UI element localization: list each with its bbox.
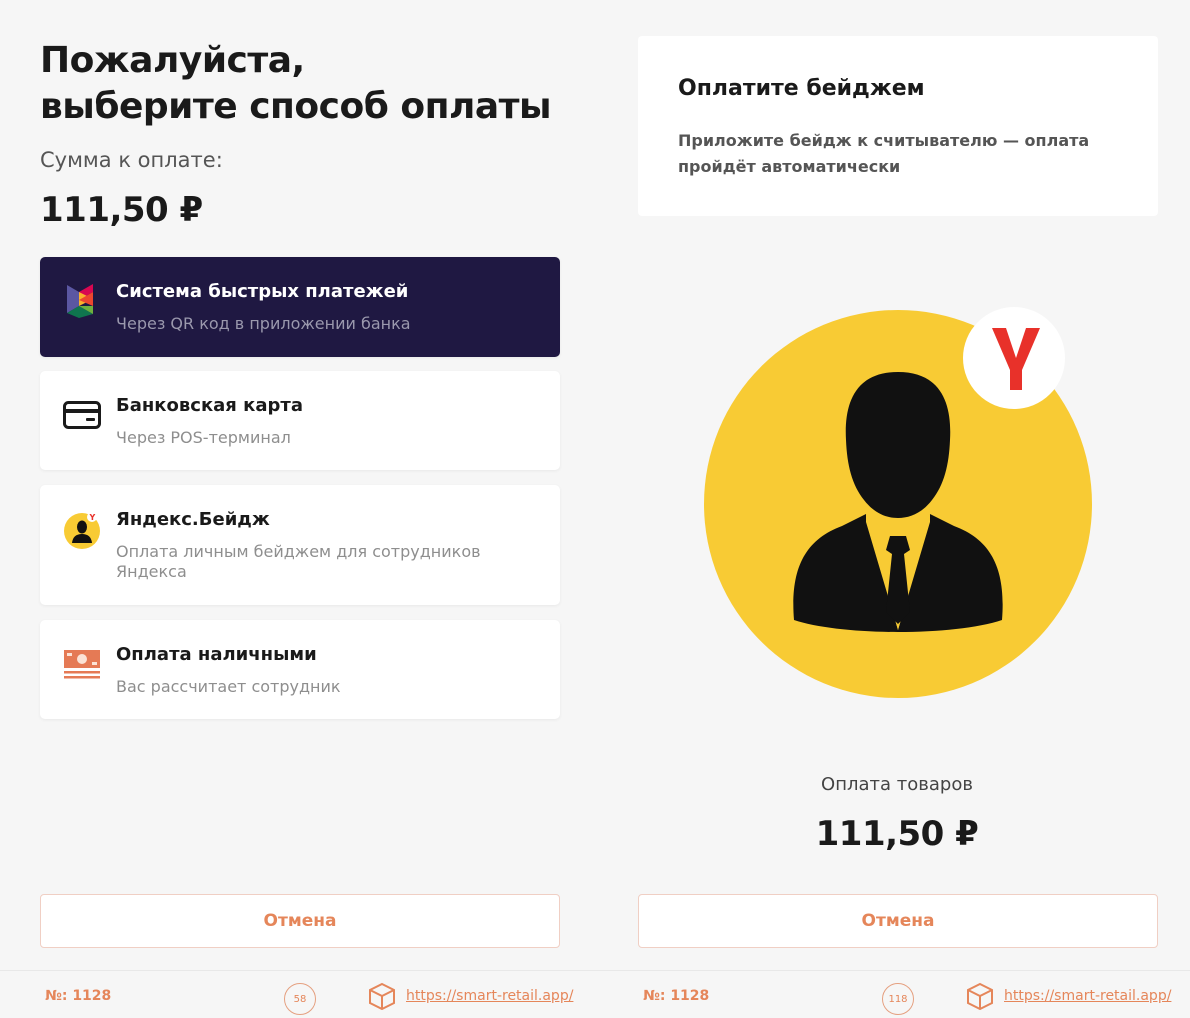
pay-option-subtitle: Через QR код в приложении банка	[116, 314, 411, 333]
payment-method-panel: Пожалуйста, выберите способ оплаты Сумма…	[0, 0, 598, 1018]
footer: №: 1128 58 https://smart-retail.app/	[0, 970, 598, 1018]
order-number: №: 1128	[643, 988, 710, 1004]
box-logo-icon	[368, 982, 396, 1011]
badge-payment-panel: Оплатите бейджем Приложите бейдж к считы…	[598, 0, 1190, 1018]
page-title: Пожалуйста, выберите способ оплаты	[40, 38, 580, 130]
sum-label: Сумма к оплате:	[40, 148, 223, 172]
goods-sum: 111,50 ₽	[815, 814, 979, 854]
pay-option-title: Банковская карта	[116, 395, 303, 416]
pay-option-subtitle: Оплата личным бейджем для сотрудников Ян…	[116, 542, 481, 581]
pay-option-subtitle: Вас рассчитает сотрудник	[116, 677, 341, 696]
pay-option-sbp[interactable]: Система быстрых платежей Через QR код в …	[40, 257, 560, 357]
pay-option-card[interactable]: Банковская карта Через POS-терминал	[40, 371, 560, 470]
page-title-line2: выберите способ оплаты	[40, 86, 552, 127]
svg-text:Y: Y	[89, 513, 96, 522]
box-logo-icon	[966, 982, 994, 1011]
footer: №: 1128 118 https://smart-retail.app/	[598, 970, 1190, 1018]
countdown-timer: 118	[882, 983, 914, 1015]
cash-icon	[62, 644, 102, 684]
pay-option-title: Система быстрых платежей	[116, 281, 409, 302]
yandex-badge-icon: Y	[62, 509, 102, 549]
instruction-title: Оплатите бейджем	[678, 76, 925, 101]
pay-option-subtitle: Через POS-терминал	[116, 428, 291, 447]
pay-option-cash[interactable]: Оплата наличными Вас рассчитает сотрудни…	[40, 620, 560, 719]
site-link[interactable]: https://smart-retail.app/	[406, 988, 573, 1004]
pay-option-title: Оплата наличными	[116, 644, 317, 665]
goods-label: Оплата товаров	[821, 774, 973, 795]
instruction-card: Оплатите бейджем Приложите бейдж к считы…	[638, 36, 1158, 216]
page-title-line1: Пожалуйста,	[40, 40, 305, 81]
cancel-button[interactable]: Отмена	[40, 894, 560, 948]
pay-option-title: Яндекс.Бейдж	[116, 509, 270, 530]
credit-card-icon	[62, 395, 102, 435]
countdown-timer: 58	[284, 983, 316, 1015]
instruction-text: Приложите бейдж к считывателю — оплата п…	[678, 131, 1090, 176]
order-number: №: 1128	[45, 988, 112, 1004]
site-link[interactable]: https://smart-retail.app/	[1004, 988, 1171, 1004]
employee-badge-illustration	[694, 300, 1114, 700]
sbp-logo-icon	[62, 281, 102, 321]
sum-value: 111,50 ₽	[40, 190, 203, 230]
cancel-button[interactable]: Отмена	[638, 894, 1158, 948]
pay-option-yandex-badge[interactable]: Y Яндекс.Бейдж Оплата личным бейджем для…	[40, 485, 560, 605]
